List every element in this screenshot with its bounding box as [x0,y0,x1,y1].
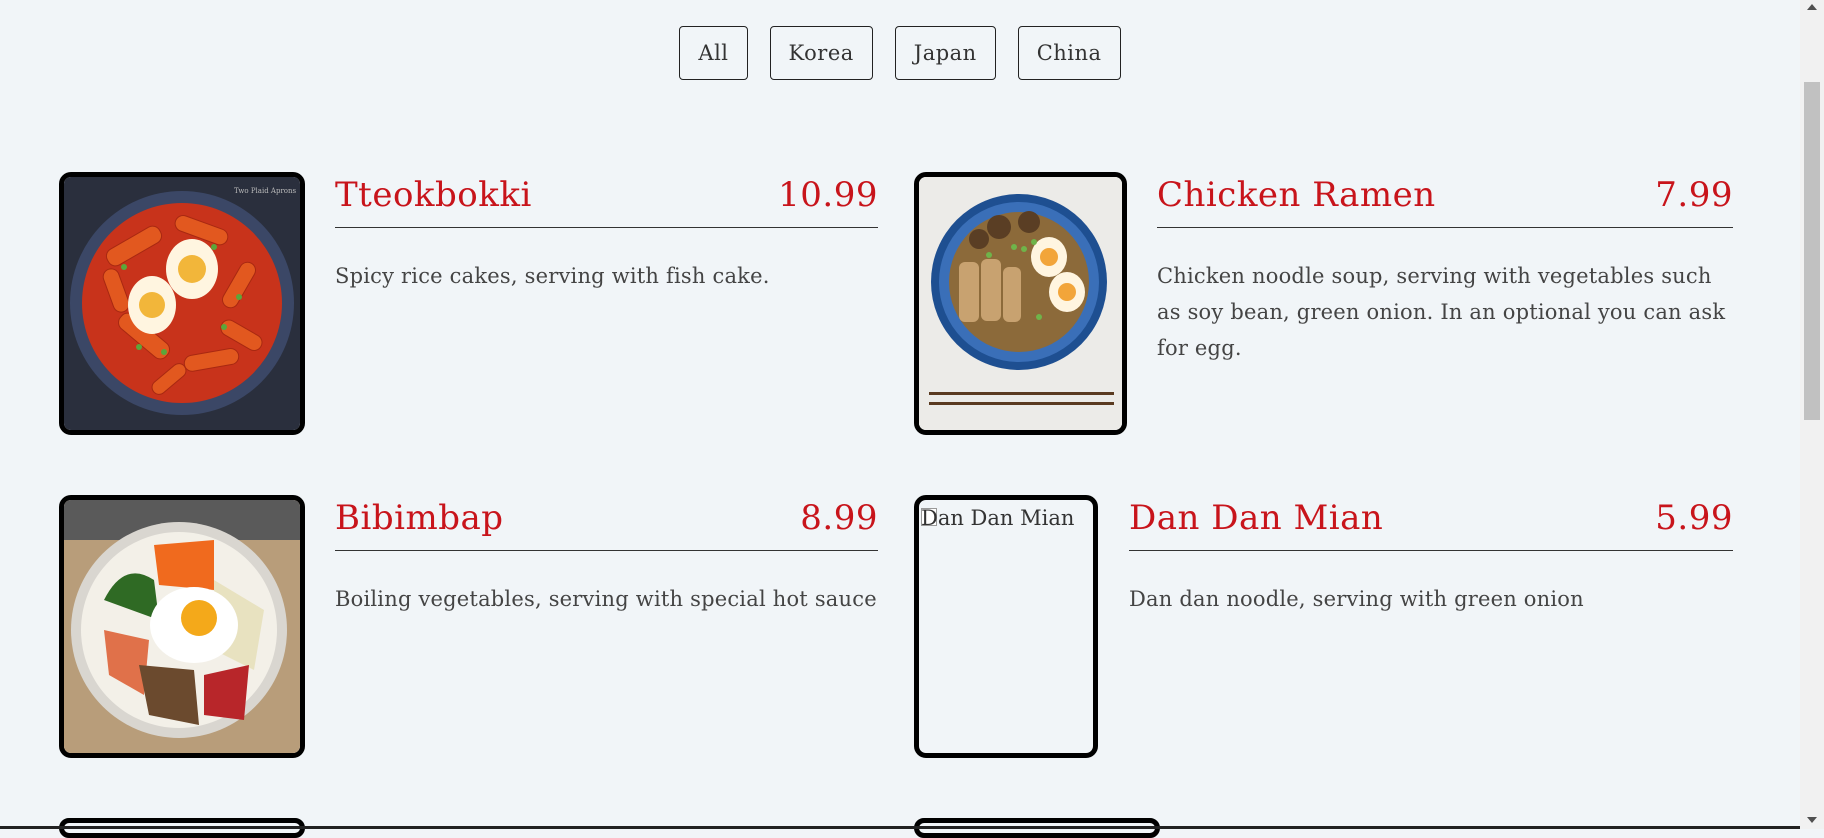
item-price: 7.99 [1655,175,1733,215]
scroll-up-icon[interactable] [1807,4,1817,10]
chicken-ramen-title-row: Chicken Ramen 7.99 [1157,175,1733,228]
item-title: Bibimbap [335,498,504,538]
item-description: Dan dan noodle, serving with green onion [1129,587,1584,611]
tteokbokki-photo: Two Plaid Aprons [59,172,305,435]
item-description: Chicken noodle soup, serving with vegeta… [1157,264,1726,360]
dan-dan-mian-photo: Dan Dan Mian [914,495,1098,758]
bibimbap-title-row: Bibimbap 8.99 [335,498,878,551]
filter-china-button[interactable]: China [1017,26,1121,80]
vertical-scrollbar[interactable] [1800,0,1824,829]
item-title: Chicken Ramen [1157,175,1436,215]
item-description: Boiling vegetables, serving with special… [335,587,877,611]
scroll-down-icon[interactable] [1807,817,1817,823]
image-alt-text: Dan Dan Mian [921,506,1075,530]
scroll-thumb[interactable] [1804,82,1820,420]
item-price: 10.99 [778,175,878,215]
filter-japan-button[interactable]: Japan [894,26,996,80]
item-title: Dan Dan Mian [1129,498,1384,538]
tteokbokki-title-row: Tteokbokki 10.99 [335,175,878,228]
filter-korea-button[interactable]: Korea [769,26,873,80]
chicken-ramen-photo [914,172,1127,435]
filter-bar: All Korea Japan China [0,26,1800,80]
item-title: Tteokbokki [335,175,532,215]
item-description: Spicy rice cakes, serving with fish cake… [335,264,770,288]
bibimbap-photo [59,495,305,758]
tteokbokki-watermark: Two Plaid Aprons [234,187,297,195]
item-price: 5.99 [1655,498,1733,538]
filter-all-button[interactable]: All [679,26,748,80]
dan-dan-mian-title-row: Dan Dan Mian 5.99 [1129,498,1733,551]
item-price: 8.99 [800,498,878,538]
